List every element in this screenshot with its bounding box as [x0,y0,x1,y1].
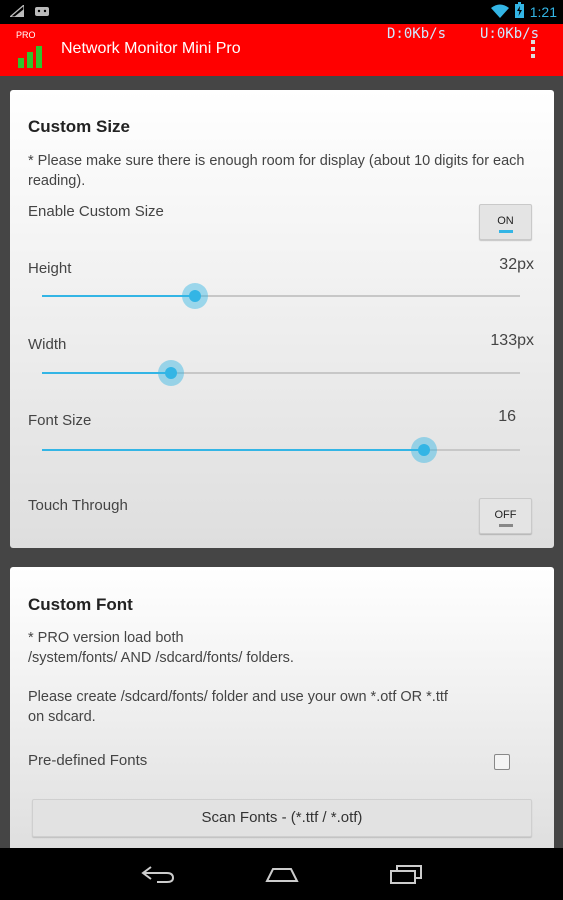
custom-font-title: Custom Font [28,595,133,614]
custom-size-note: * Please make sure there is enough room … [28,153,525,189]
note-line: Please create /sdcard/fonts/ folder and … [28,689,448,705]
width-value: 133px [490,332,534,349]
battery-icon [514,2,524,22]
toggle-indicator [499,524,513,527]
font-size-slider[interactable] [42,435,520,465]
note-line: /system/fonts/ AND /sdcard/fonts/ folder… [28,650,294,666]
note-line: * PRO version load both [28,630,184,646]
note-line: on sdcard. [28,709,96,725]
custom-size-card: Custom Size * Please make sure there is … [10,90,554,548]
slider-fill [42,295,195,297]
font-size-label: Font Size [28,412,92,429]
toggle-text: OFF [494,509,517,521]
enable-custom-size-label: Enable Custom Size [28,203,164,220]
touch-through-label: Touch Through [28,497,128,514]
width-slider[interactable] [42,358,520,388]
recents-icon[interactable] [389,864,423,884]
app-icon[interactable]: PRO [14,28,48,72]
wifi-icon [490,3,509,22]
font-size-value: 16 [498,408,516,425]
toggle-indicator [499,230,513,233]
toggle-text: ON [497,215,514,227]
app-title: Network Monitor Mini Pro [61,40,241,57]
height-value: 32px [499,256,534,273]
slider-thumb[interactable] [188,290,201,302]
status-bar: 1:21 [0,0,563,24]
predefined-fonts-label: Pre-defined Fonts [28,752,148,769]
custom-font-note-1: * PRO version load both /system/fonts/ A… [28,628,528,668]
width-label: Width [28,336,67,353]
back-icon[interactable] [140,865,175,883]
height-label: Height [28,260,72,277]
signal-bars-icon [18,46,42,68]
touch-through-toggle[interactable]: OFF [479,498,532,534]
signal-icon [8,3,25,20]
slider-thumb[interactable] [165,367,178,379]
nav-bar [0,848,563,900]
app-bar: PRO Network Monitor Mini Pro D:0Kb/s U:0… [0,24,563,76]
android-debug-icon [34,5,50,20]
slider-fill [42,372,172,374]
scan-fonts-button[interactable]: Scan Fonts - (*.ttf / *.otf) [32,799,532,837]
slider-fill [42,449,425,451]
custom-font-card: Custom Font * PRO version load both /sys… [10,567,554,857]
custom-font-note-2: Please create /sdcard/fonts/ folder and … [28,687,528,727]
enable-custom-size-toggle[interactable]: ON [479,204,532,240]
clock: 1:21 [529,4,557,20]
download-rate: D:0Kb/s [387,26,447,42]
pro-badge: PRO [16,30,36,40]
home-icon[interactable] [264,865,299,883]
predefined-fonts-checkbox[interactable] [494,754,510,770]
custom-size-title: Custom Size [28,117,131,136]
overflow-menu-icon[interactable] [531,40,535,58]
height-slider[interactable] [42,281,520,311]
